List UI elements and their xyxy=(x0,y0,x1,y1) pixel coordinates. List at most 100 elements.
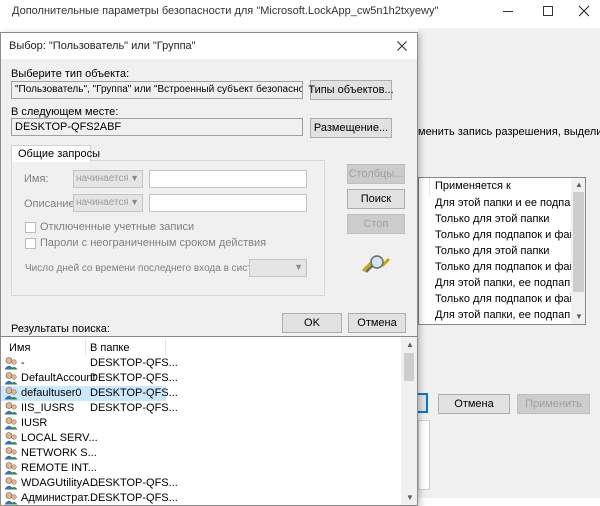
bg-applies-row[interactable]: Только для подпапок и фай... xyxy=(419,228,585,243)
bg-applies-row[interactable]: Для этой папки и ее подпап xyxy=(419,196,577,211)
bg-apply-button[interactable]: Применить xyxy=(517,394,590,414)
results-row-name: LOCAL SERV... xyxy=(21,432,98,444)
results-row-name: WDAGUtilityA... xyxy=(21,477,99,489)
object-type-field: "Пользователь", "Группа" или "Встроенный… xyxy=(11,81,303,99)
scroll-up-icon[interactable]: ▲ xyxy=(406,340,414,349)
user-icon xyxy=(4,477,18,490)
bg-applies-row[interactable]: Только для подпапок и фай... xyxy=(419,292,585,307)
user-icon xyxy=(4,402,18,415)
scroll-thumb[interactable] xyxy=(404,353,414,381)
cancel-button[interactable]: Отмена xyxy=(348,313,406,333)
description-starts-with-combo[interactable]: начинается с ▼ xyxy=(73,194,143,212)
bg-applies-row-label: Для этой папки, ее подпап... xyxy=(435,309,580,321)
results-row-folder: DESKTOP-QFS... xyxy=(90,492,178,504)
bg-permissions-list[interactable]: Применяется к Для этой папки и ее подпап… xyxy=(418,177,586,325)
col-divider xyxy=(85,339,86,355)
results-row[interactable]: defaultuser0 DESKTOP-QFS... xyxy=(1,386,178,401)
no-expire-checkbox[interactable] xyxy=(25,238,36,249)
no-expire-label: Пароли с неограниченным сроком действия xyxy=(40,237,267,249)
col-folder-header[interactable]: В папке xyxy=(90,342,129,354)
disabled-accounts-checkbox[interactable] xyxy=(25,222,36,233)
scroll-down-icon[interactable]: ▼ xyxy=(406,493,414,502)
results-row[interactable]: Администрат... DESKTOP-QFS... xyxy=(1,491,401,505)
bg-maximize-button[interactable] xyxy=(538,2,558,20)
days-combo[interactable]: ▼ xyxy=(249,259,307,277)
columns-button[interactable]: Столбцы... xyxy=(347,164,405,184)
bg-applies-header-divider xyxy=(429,178,430,196)
user-icon xyxy=(4,372,18,385)
col-name-header[interactable]: Имя xyxy=(9,342,30,354)
results-row-name: defaultuser0 xyxy=(21,387,82,399)
results-row[interactable]: LOCAL SERV... xyxy=(1,431,401,446)
name-starts-with-combo[interactable]: начинается с ▼ xyxy=(73,170,143,188)
bg-applies-row-label: Для этой папки и ее подпап xyxy=(435,197,577,209)
user-icon xyxy=(4,417,18,430)
maximize-icon xyxy=(543,6,553,16)
results-row-name: - xyxy=(21,357,25,369)
results-row-name: Администрат... xyxy=(21,492,97,504)
description-label: Описание: xyxy=(24,198,78,210)
results-row-folder: DESKTOP-QFS... xyxy=(90,477,178,489)
close-icon xyxy=(578,5,590,17)
bg-window-title: Дополнительные параметры безопасности дл… xyxy=(12,5,439,17)
results-list[interactable]: Имя В папке - DESKTOP-QFS... DefaultAccoun… xyxy=(1,336,417,505)
results-row[interactable]: IIS_IUSRS DESKTOP-QFS... xyxy=(1,401,401,416)
bg-lower-panel xyxy=(418,420,430,490)
scroll-down-icon[interactable]: ▼ xyxy=(575,312,583,321)
results-scrollbar[interactable]: ▲ ▼ xyxy=(401,337,417,505)
bg-applies-row-label: Только для подпапок и фай... xyxy=(435,261,585,273)
results-row-name: IUSR xyxy=(21,417,48,429)
bg-close-button[interactable] xyxy=(574,2,594,20)
results-row-folder: DESKTOP-QFS... xyxy=(90,402,178,414)
results-rows: - DESKTOP-QFS... DefaultAccount DESKTOP-QFS… xyxy=(1,356,401,505)
results-row-folder: DESKTOP-QFS... xyxy=(90,357,178,369)
results-row[interactable]: WDAGUtilityA... DESKTOP-QFS... xyxy=(1,476,401,491)
disabled-accounts-label: Отключенные учетные записи xyxy=(40,221,195,233)
search-button[interactable]: Поиск xyxy=(347,189,405,209)
minimize-icon xyxy=(503,11,513,12)
location-button[interactable]: Размещение... xyxy=(310,118,392,138)
results-row[interactable]: DefaultAccount DESKTOP-QFS... xyxy=(1,371,401,386)
ok-button[interactable]: OK xyxy=(282,313,342,333)
results-row-folder: DESKTOP-QFS... xyxy=(90,387,178,399)
object-types-button[interactable]: Типы объектов... xyxy=(308,80,394,100)
col-divider xyxy=(165,339,166,355)
results-row[interactable]: IUSR xyxy=(1,416,401,431)
bg-applies-row-label: Только для этой папки xyxy=(435,245,550,257)
bg-minimize-button[interactable] xyxy=(498,2,518,20)
bg-applies-row[interactable]: Для этой папки, ее подпап... xyxy=(419,276,579,291)
stop-button[interactable]: Стоп xyxy=(347,214,405,234)
bg-applies-row-label: Только для подпапок и фай... xyxy=(435,293,585,305)
description-input[interactable] xyxy=(149,194,307,212)
dialog-close-button[interactable] xyxy=(393,37,411,55)
days-label: Число дней со времени последнего входа в… xyxy=(25,263,273,274)
chevron-down-icon: ▼ xyxy=(294,262,303,272)
bg-cancel-button[interactable]: Отмена xyxy=(438,394,510,414)
user-icon xyxy=(4,492,18,505)
bg-applies-row[interactable]: Только для этой папки xyxy=(419,212,574,227)
user-icon xyxy=(4,462,18,475)
results-label: Результаты поиска: xyxy=(11,323,110,335)
chevron-down-icon: ▼ xyxy=(128,173,139,183)
user-icon xyxy=(4,432,18,445)
bg-applies-row[interactable]: Только для подпапок и фай... xyxy=(419,260,585,275)
bg-focus-button-edge[interactable] xyxy=(418,393,428,413)
tab-common-queries[interactable]: Общие запросы xyxy=(11,145,100,162)
dialog-title-bar[interactable]: Выбор: "Пользователь" или "Группа" xyxy=(1,33,417,59)
user-icon xyxy=(4,357,18,370)
bg-hint-text: менить запись разрешения, выделите xyxy=(418,126,600,138)
scroll-up-icon[interactable]: ▲ xyxy=(575,180,583,189)
results-row[interactable]: - DESKTOP-QFS... xyxy=(1,356,401,371)
bg-applies-rows: Для этой папки и ее подпап Только для это… xyxy=(419,196,585,324)
bg-applies-row[interactable]: Для этой папки, ее подпап... xyxy=(419,308,579,323)
scroll-thumb[interactable] xyxy=(573,192,584,292)
name-label: Имя: xyxy=(24,173,49,185)
bg-applies-header[interactable]: Применяется к xyxy=(435,180,511,192)
bg-list-scrollbar[interactable]: ▲ ▼ xyxy=(571,178,585,324)
bg-applies-row[interactable]: Только для этой папки xyxy=(419,244,574,259)
results-row[interactable]: NETWORK S... xyxy=(1,446,401,461)
results-row-name: REMOTE INT... xyxy=(21,462,97,474)
results-row[interactable]: REMOTE INT... xyxy=(1,461,401,476)
user-icon xyxy=(4,447,18,460)
name-input[interactable] xyxy=(149,170,307,188)
